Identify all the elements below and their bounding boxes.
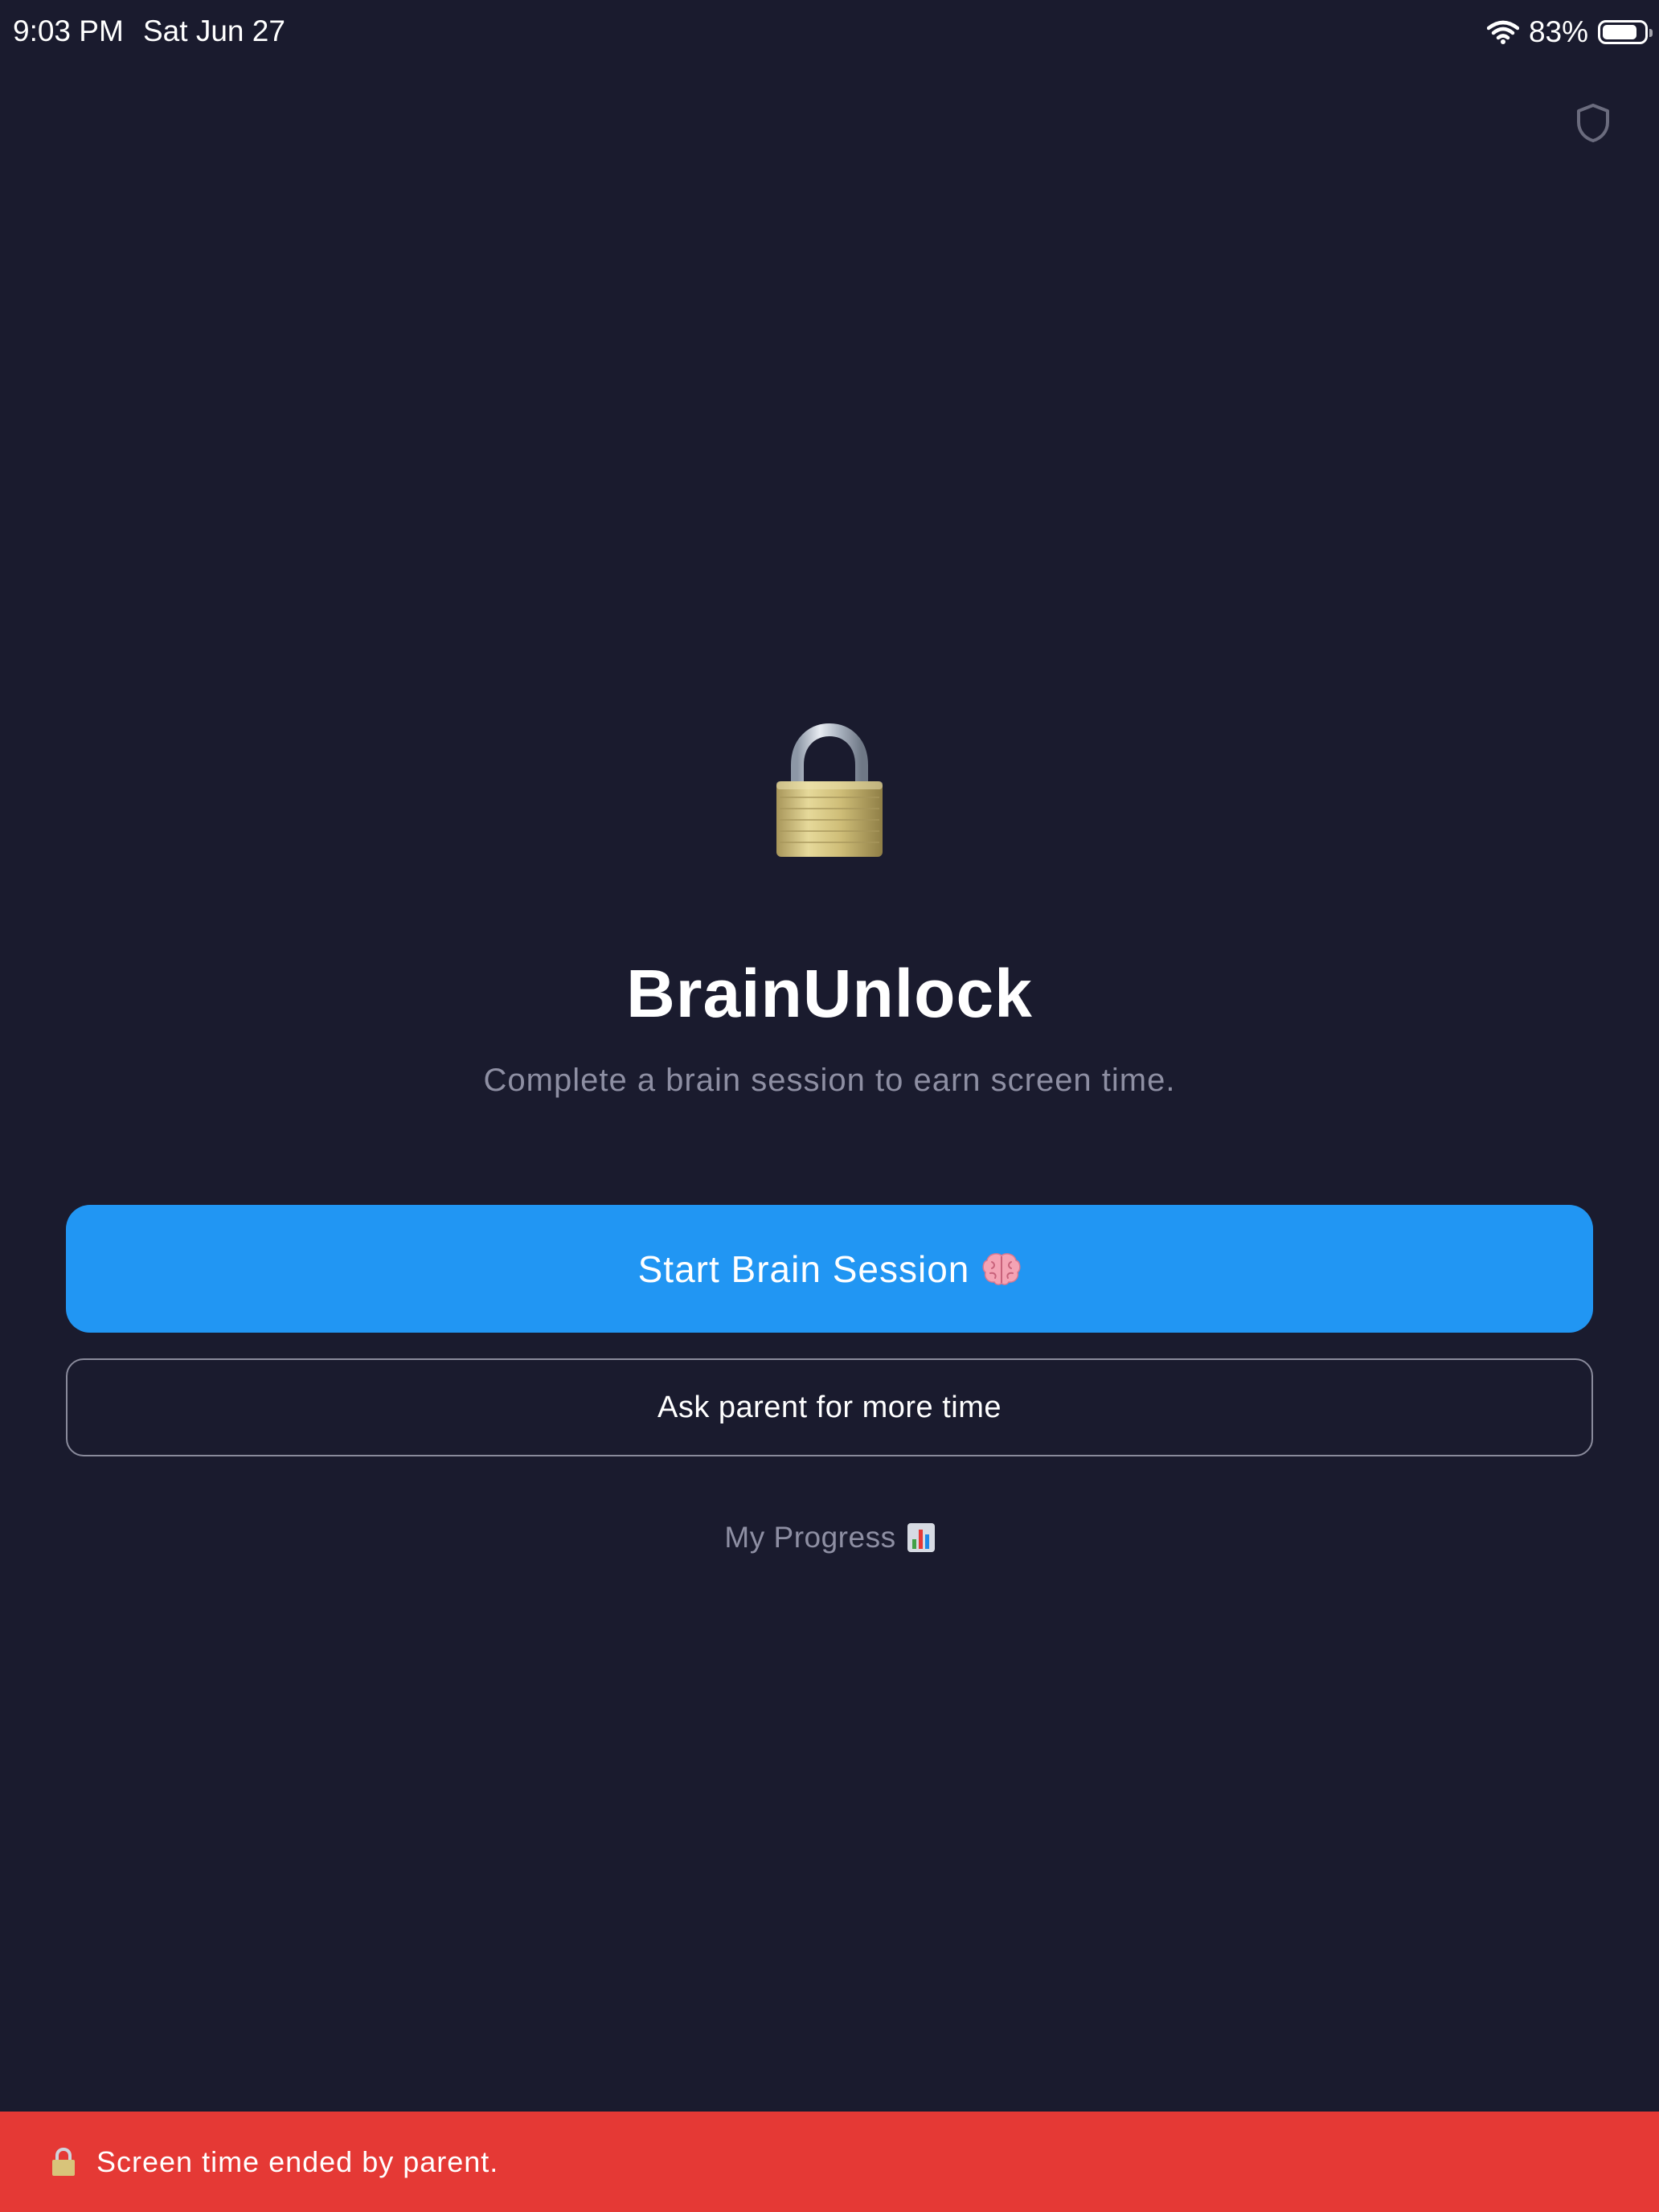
status-bar: 9:03 PM Sat Jun 27 83% [0, 0, 1659, 64]
ask-parent-label: Ask parent for more time [657, 1390, 1002, 1424]
status-indicators: 83% [1486, 13, 1653, 51]
ask-parent-button[interactable]: Ask parent for more time [66, 1358, 1593, 1456]
bar-chart-icon [907, 1523, 935, 1552]
app-subtitle: Complete a brain session to earn screen … [483, 1063, 1176, 1098]
battery-percent: 83% [1528, 15, 1588, 48]
my-progress-link[interactable]: My Progress [0, 1521, 1659, 1555]
my-progress-label: My Progress [724, 1521, 896, 1554]
status-date: Sat Jun 27 [143, 14, 285, 47]
battery-level-fill [1603, 25, 1636, 39]
battery-icon [1598, 20, 1653, 44]
start-brain-session-button[interactable]: Start Brain Session [66, 1205, 1593, 1333]
screen-time-ended-banner: Screen time ended by parent. [0, 2112, 1659, 2212]
wifi-icon [1486, 20, 1519, 44]
lock-icon [773, 723, 886, 860]
banner-message: Screen time ended by parent. [96, 2144, 499, 2178]
brain-icon [982, 1252, 1021, 1286]
start-button-label: Start Brain Session [637, 1247, 970, 1290]
lock-icon [51, 2147, 76, 2177]
shield-icon[interactable] [1575, 103, 1611, 143]
status-time: 9:03 PM [13, 14, 124, 47]
app-title: BrainUnlock [626, 956, 1033, 1031]
